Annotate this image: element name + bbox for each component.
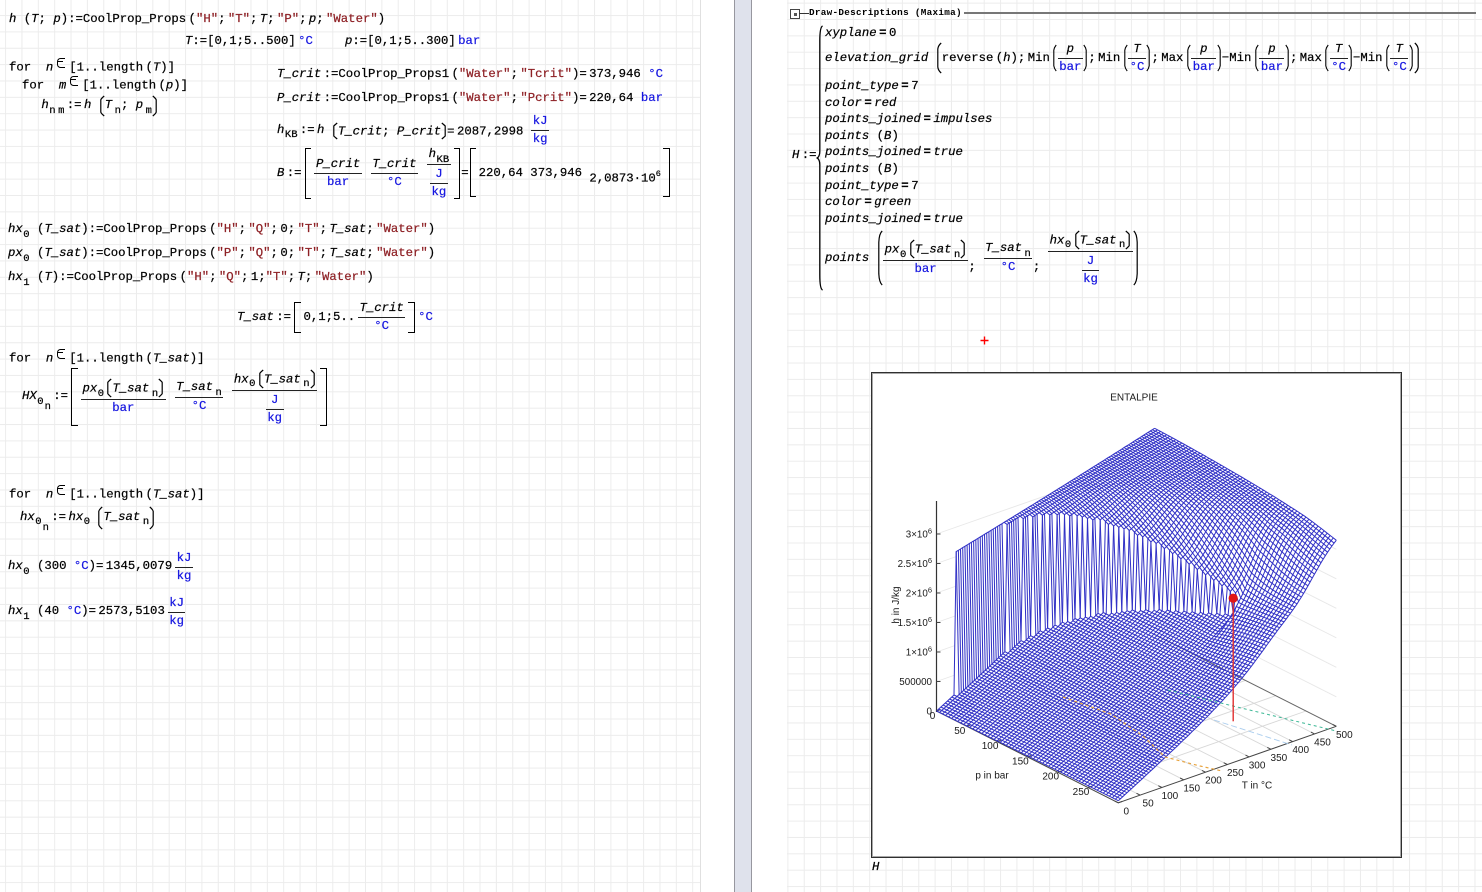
svg-text:T in °C: T in °C [1242,781,1273,792]
svg-text:450: 450 [1314,737,1331,748]
svg-text:1×106: 1×106 [906,645,932,659]
svg-text:200: 200 [1042,772,1059,783]
svg-text:50: 50 [954,726,966,737]
svg-text:250: 250 [1227,768,1244,779]
svg-text:100: 100 [1162,791,1179,802]
svg-text:50: 50 [1143,799,1155,810]
svg-text:h in J/kg: h in J/kg [891,586,902,623]
svg-text:400: 400 [1292,745,1309,756]
svg-text:0: 0 [1124,806,1130,817]
svg-text:0: 0 [930,711,936,722]
svg-text:500: 500 [1336,730,1353,741]
svg-text:250: 250 [1073,787,1090,798]
svg-text:150: 150 [1012,756,1029,767]
svg-text:p in bar: p in bar [975,771,1009,782]
svg-text:3×106: 3×106 [906,527,932,541]
svg-text:200: 200 [1205,776,1222,787]
svg-text:ENTALPIE: ENTALPIE [1110,393,1158,404]
svg-text:1.5×106: 1.5×106 [898,615,932,629]
svg-text:150: 150 [1183,783,1200,794]
svg-text:2×106: 2×106 [906,586,932,600]
svg-text:350: 350 [1271,753,1288,764]
svg-text:2.5×106: 2.5×106 [898,556,932,570]
svg-text:500000: 500000 [899,677,932,688]
svg-text:100: 100 [982,741,999,752]
svg-text:300: 300 [1249,760,1266,771]
